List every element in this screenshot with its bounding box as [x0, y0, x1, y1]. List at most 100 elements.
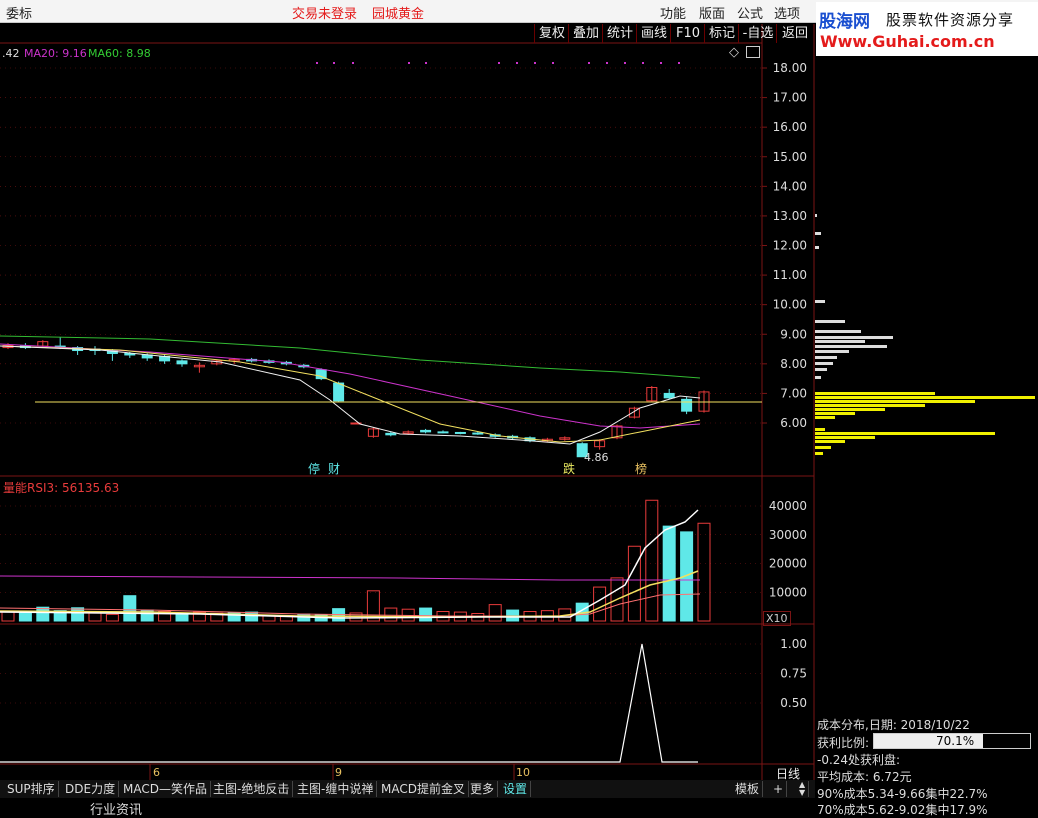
tab-macd-golden-cross[interactable]: MACD提前金叉 — [378, 781, 469, 797]
event-dot — [498, 62, 500, 64]
chip-bar — [815, 416, 835, 419]
f10-button[interactable]: F10 — [670, 24, 705, 43]
volume-tick-label: 20000 — [769, 557, 807, 571]
list-marker[interactable]: 榜 — [635, 460, 647, 477]
logo-brand: 股海网 — [819, 12, 870, 32]
menu-item-options[interactable]: 选项 — [774, 3, 800, 22]
profit-ratio-value: 70.1% — [936, 734, 975, 748]
chip-bar — [815, 440, 845, 443]
volume-bar — [627, 545, 641, 622]
tab-macd-xiao[interactable]: MACD—笑作品 — [120, 781, 211, 797]
volume-bar — [175, 613, 189, 622]
indicator-tick-label: 0.75 — [780, 667, 807, 681]
volume-bar — [245, 611, 259, 622]
profit-ratio-label: 获利比例: — [817, 736, 870, 750]
price-tick-label: 16.00 — [773, 120, 807, 134]
event-dot — [316, 62, 318, 64]
price-tick-label: 8.00 — [780, 357, 807, 371]
chip-bar — [815, 392, 935, 395]
tab-main-counterattack[interactable]: 主图-绝地反击 — [210, 781, 294, 797]
price-tick-label: 12.00 — [773, 239, 807, 253]
volume-bar — [36, 606, 50, 622]
cost-distribution-profile — [815, 214, 1035, 455]
chip-bar — [815, 336, 893, 339]
chip-bar — [815, 345, 887, 348]
volume-tick-label: 40000 — [769, 499, 807, 513]
tab-dde[interactable]: DDE力度 — [62, 781, 120, 797]
drop-marker[interactable]: 跌 — [563, 460, 575, 477]
volume-bars[interactable] — [0, 499, 711, 622]
chip-bar — [815, 446, 831, 449]
low-price-label: 4.86 — [584, 451, 609, 464]
average-cost: 平均成本: 6.72元 — [817, 770, 912, 784]
volume-bar — [662, 525, 676, 622]
volume-bar — [71, 607, 85, 622]
price-tick-label: 6.00 — [780, 416, 807, 430]
suspend-marker[interactable]: 停 — [308, 460, 320, 477]
chip-bar — [815, 350, 849, 353]
login-status[interactable]: 交易未登录 — [292, 3, 357, 22]
chip-bar — [815, 246, 819, 249]
chip-bar — [815, 412, 855, 415]
tab-more[interactable]: 更多 — [467, 781, 499, 797]
chip-bar — [815, 368, 827, 371]
price-tick-label: 18.00 — [773, 61, 807, 75]
candle-body — [681, 398, 693, 412]
indicator-tick-label: 1.00 — [780, 637, 807, 651]
tab-settings[interactable]: 设置 — [500, 781, 532, 797]
ma10-line — [0, 345, 701, 443]
date-label-9: 9 — [335, 766, 342, 779]
statistics-button[interactable]: 统计 — [602, 24, 637, 43]
restore-rights-button[interactable]: 复权 — [534, 24, 569, 43]
chip-bar — [815, 408, 885, 411]
industry-news-label[interactable]: 行业资讯 — [90, 799, 142, 818]
chip-bar — [815, 320, 845, 323]
menu-left-label[interactable]: 委标 — [6, 3, 32, 22]
price-tick-label: 17.00 — [773, 91, 807, 105]
overlay-button[interactable]: 叠加 — [568, 24, 603, 43]
menu-item-formula[interactable]: 公式 — [737, 3, 763, 22]
candlestick-series[interactable] — [2, 337, 710, 458]
chip-bar — [815, 356, 837, 359]
chip-bar — [815, 340, 865, 343]
window-toggle-icon[interactable] — [746, 46, 760, 58]
logo-tagline: 股票软件资源分享 — [886, 11, 1015, 29]
ma5-line — [0, 345, 701, 445]
tab-main-chan[interactable]: 主图-缠中说禅 — [294, 781, 378, 797]
ma60-line — [0, 335, 701, 379]
ma60-value: MA60: 8.98 — [88, 47, 151, 60]
volume-ma-magenta — [0, 575, 700, 581]
scroll-down-icon[interactable]: ▼ — [796, 789, 810, 797]
back-button[interactable]: 返回 — [776, 24, 813, 43]
tab-sup-sort[interactable]: SUP排序 — [4, 781, 59, 797]
chip-bar — [815, 404, 925, 407]
volume-bar — [18, 611, 32, 622]
candle-body — [176, 360, 188, 365]
candle-body — [472, 432, 484, 435]
menu-item-function[interactable]: 功能 — [660, 3, 686, 22]
indicator-tick-label: 0.50 — [780, 696, 807, 710]
scale-x10-label[interactable]: X10 — [763, 611, 791, 626]
remove-watchlist-button[interactable]: -自选 — [738, 24, 777, 43]
template-button[interactable]: 模板 — [732, 781, 764, 797]
candle-body — [437, 431, 449, 434]
add-tab-button[interactable]: + — [770, 781, 788, 797]
volume-bar — [419, 607, 433, 622]
mark-button[interactable]: 标记 — [704, 24, 739, 43]
menu-item-layout[interactable]: 版面 — [699, 3, 725, 22]
volume-bar — [645, 499, 659, 622]
volume-tick-label: 30000 — [769, 528, 807, 542]
logo-url: Www.Guhai.com.cn — [820, 32, 995, 51]
volume-bar — [488, 604, 502, 622]
diamond-icon[interactable]: ◇ — [729, 45, 739, 60]
price-tick-label: 15.00 — [773, 150, 807, 164]
formula-tab-bar: SUP排序 DDE力度 MACD—笑作品 主图-绝地反击 主图-缠中说禅 MAC… — [0, 780, 815, 798]
chip-bar — [815, 362, 833, 365]
candle-body — [385, 432, 397, 436]
event-dot — [660, 62, 662, 64]
event-dot — [678, 62, 680, 64]
financial-marker[interactable]: 财 — [328, 460, 340, 477]
draw-line-button[interactable]: 画线 — [636, 24, 671, 43]
stock-name[interactable]: 园城黄金 — [372, 3, 424, 22]
profit-zone-label: -0.24处获利盘: — [817, 753, 901, 767]
